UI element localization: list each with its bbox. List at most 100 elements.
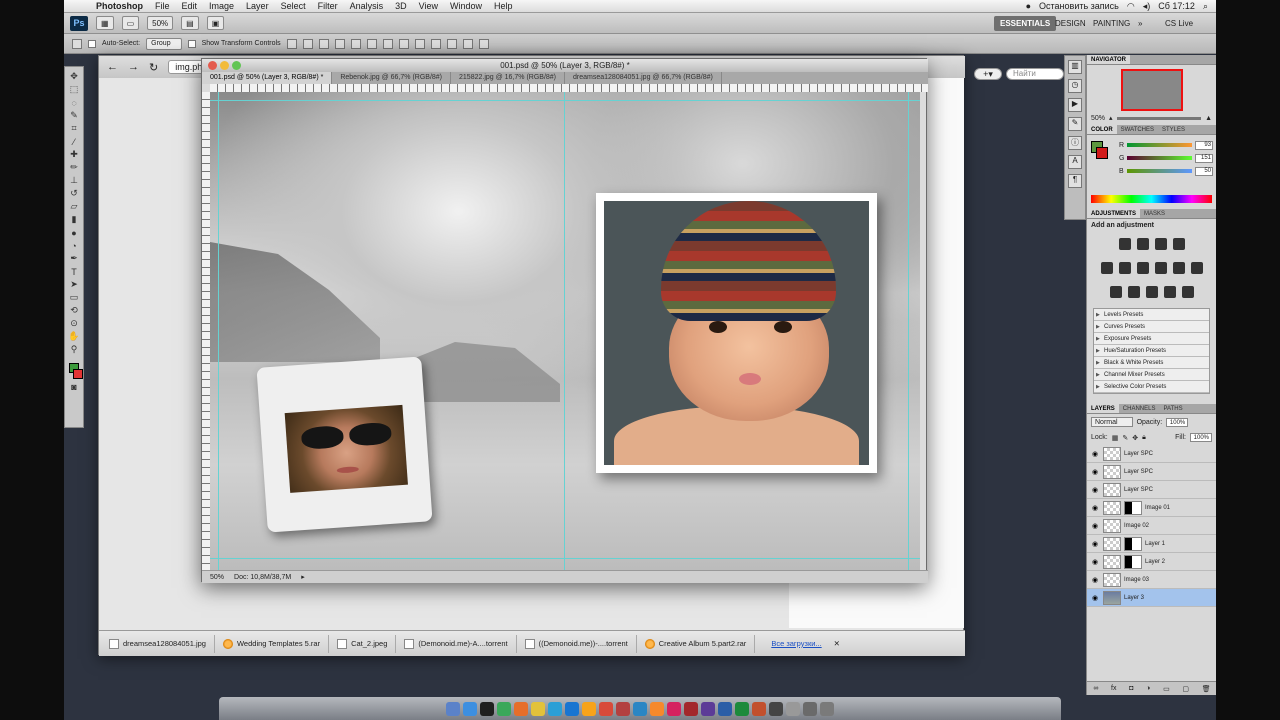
visibility-eye-icon[interactable]: ◉ xyxy=(1090,558,1100,566)
eyedropper-tool-icon[interactable]: ⁄ xyxy=(67,136,81,147)
quick-mask-icon[interactable]: ◙ xyxy=(67,381,81,392)
tab-adjustments[interactable]: ADJUSTMENTS xyxy=(1087,209,1141,218)
tab-paths[interactable]: PATHS xyxy=(1159,404,1186,413)
visibility-eye-icon[interactable]: ◉ xyxy=(1090,450,1100,458)
guide-bottom[interactable] xyxy=(210,558,920,559)
word-icon[interactable] xyxy=(718,701,732,716)
status-menu-arrow-icon[interactable]: ▸ xyxy=(301,573,305,581)
layer-mask-thumbnail[interactable] xyxy=(1124,536,1142,551)
clock[interactable]: Сб 17:12 xyxy=(1158,1,1195,11)
workspace-more[interactable]: » xyxy=(1132,16,1148,31)
levels-icon[interactable] xyxy=(1136,238,1149,250)
vlc-icon[interactable] xyxy=(582,701,596,716)
download-item[interactable]: Wedding Templates 5.rar xyxy=(219,634,330,653)
app-store-icon[interactable] xyxy=(565,701,579,716)
marquee-tool-icon[interactable]: ⬚ xyxy=(67,84,81,95)
tab-dreamsea[interactable]: dreamsea128084051.jpg @ 66,7% (RGB/8#) xyxy=(565,72,722,84)
guide-center[interactable] xyxy=(564,92,565,570)
slide-frame-photo[interactable] xyxy=(256,356,433,533)
color-g-value[interactable]: 151 xyxy=(1195,153,1213,163)
vertical-ruler[interactable] xyxy=(202,92,210,570)
downloads-stack-icon[interactable] xyxy=(803,701,817,716)
layer-row[interactable]: ◉ Image 01 xyxy=(1087,499,1216,517)
exposure-icon[interactable] xyxy=(1172,238,1185,250)
lasso-tool-icon[interactable]: ◌ xyxy=(67,97,81,108)
link-layers-icon[interactable]: ∞ xyxy=(1093,685,1098,692)
menu-file[interactable]: File xyxy=(149,1,176,11)
lock-all-icon[interactable]: 🔒︎ xyxy=(1142,434,1146,442)
download-item[interactable]: Creative Album 5.part2.rar xyxy=(641,634,756,653)
brightness-contrast-icon[interactable] xyxy=(1118,238,1131,250)
illustrator-icon[interactable] xyxy=(650,701,664,716)
visibility-eye-icon[interactable]: ◉ xyxy=(1090,468,1100,476)
auto-select-group-select[interactable]: Group xyxy=(146,37,182,50)
preset-hue-saturation[interactable]: Hue/Saturation Presets xyxy=(1094,345,1209,357)
auto-align-icon[interactable] xyxy=(478,38,489,49)
download-item[interactable]: (Demonoid.me)-A....torrent xyxy=(400,634,517,653)
layer-row[interactable]: ◉ Image 03 xyxy=(1087,571,1216,589)
zoom-level-select[interactable]: 50% xyxy=(147,16,174,30)
lock-pixels-icon[interactable]: ✎ xyxy=(1122,434,1128,442)
download-item[interactable]: Cat_2.jpeg xyxy=(333,634,397,653)
shape-tool-icon[interactable]: ▭ xyxy=(67,292,81,303)
browser-search-input[interactable]: Найти xyxy=(1006,68,1064,80)
history-panel-icon[interactable]: ◷ xyxy=(1068,79,1082,93)
workspace-painting[interactable]: PAINTING xyxy=(1087,16,1136,31)
color-r-value[interactable]: 93 xyxy=(1195,140,1213,150)
menu-3d[interactable]: 3D xyxy=(389,1,413,11)
info-panel-icon[interactable]: ⓘ xyxy=(1068,136,1082,150)
navigator-zoom-slider[interactable] xyxy=(1116,116,1202,120)
distribute-right-icon[interactable] xyxy=(462,38,473,49)
chrome-icon[interactable] xyxy=(531,701,545,716)
terminal-icon[interactable] xyxy=(769,701,783,716)
menu-filter[interactable]: Filter xyxy=(312,1,344,11)
eraser-tool-icon[interactable]: ▱ xyxy=(67,201,81,212)
lock-transparency-icon[interactable]: ▦ xyxy=(1112,434,1119,442)
menu-app-name[interactable]: Photoshop xyxy=(90,1,149,11)
tab-navigator[interactable]: NAVIGATOR xyxy=(1087,55,1131,64)
baby-photo-frame[interactable] xyxy=(596,193,877,473)
distribute-bottom-icon[interactable] xyxy=(414,38,425,49)
display-icon[interactable] xyxy=(480,701,494,716)
show-transform-checkbox[interactable] xyxy=(187,39,196,48)
guide-top[interactable] xyxy=(210,100,920,101)
align-left-icon[interactable] xyxy=(334,38,345,49)
color-balance-icon[interactable] xyxy=(1136,262,1149,274)
zoom-out-icon[interactable]: ▴ xyxy=(1109,114,1113,122)
layer-mask-thumbnail[interactable] xyxy=(1124,554,1142,569)
menu-image[interactable]: Image xyxy=(203,1,240,11)
menu-edit[interactable]: Edit xyxy=(176,1,204,11)
screen-mode-button[interactable]: ▣ xyxy=(206,16,225,30)
histogram-panel-icon[interactable]: ▥ xyxy=(1068,60,1082,74)
healing-brush-tool-icon[interactable]: ✚ xyxy=(67,149,81,160)
black-white-icon[interactable] xyxy=(1154,262,1167,274)
3d-orbit-tool-icon[interactable]: ⊙ xyxy=(67,318,81,329)
actions-panel-icon[interactable]: ▶ xyxy=(1068,98,1082,112)
blend-mode-select[interactable]: Normal xyxy=(1091,417,1133,427)
history-brush-tool-icon[interactable]: ↺ xyxy=(67,188,81,199)
view-extras-button[interactable]: ▭ xyxy=(121,16,140,30)
photo-filter-icon[interactable] xyxy=(1172,262,1185,274)
dodge-tool-icon[interactable]: ◔ xyxy=(67,240,81,251)
color-spectrum[interactable] xyxy=(1091,195,1212,203)
finder-icon[interactable] xyxy=(446,701,460,716)
hand-tool-icon[interactable]: ✋ xyxy=(67,331,81,342)
move-tool-preset-icon[interactable] xyxy=(72,38,82,49)
align-vcenter-icon[interactable] xyxy=(302,38,313,49)
crop-tool-icon[interactable]: ⌗ xyxy=(67,123,81,134)
gradient-tool-icon[interactable]: ▮ xyxy=(67,214,81,225)
layer-row[interactable]: ◉ Layer 2 xyxy=(1087,553,1216,571)
color-b-slider[interactable] xyxy=(1126,169,1192,173)
menu-layer[interactable]: Layer xyxy=(240,1,275,11)
path-selection-tool-icon[interactable]: ➤ xyxy=(67,279,81,290)
preset-channel-mixer[interactable]: Channel Mixer Presets xyxy=(1094,369,1209,381)
add-bookmark-button[interactable]: +▾ xyxy=(974,68,1002,80)
download-item[interactable]: dreamsea128084051.jpg xyxy=(105,634,215,653)
align-bottom-icon[interactable] xyxy=(318,38,329,49)
auto-select-checkbox[interactable] xyxy=(88,39,96,48)
preset-curves[interactable]: Curves Presets xyxy=(1094,321,1209,333)
horizontal-ruler[interactable] xyxy=(210,84,928,92)
menu-select[interactable]: Select xyxy=(275,1,312,11)
paragraph-panel-icon[interactable]: ¶ xyxy=(1068,174,1082,188)
visibility-eye-icon[interactable]: ◉ xyxy=(1090,504,1100,512)
